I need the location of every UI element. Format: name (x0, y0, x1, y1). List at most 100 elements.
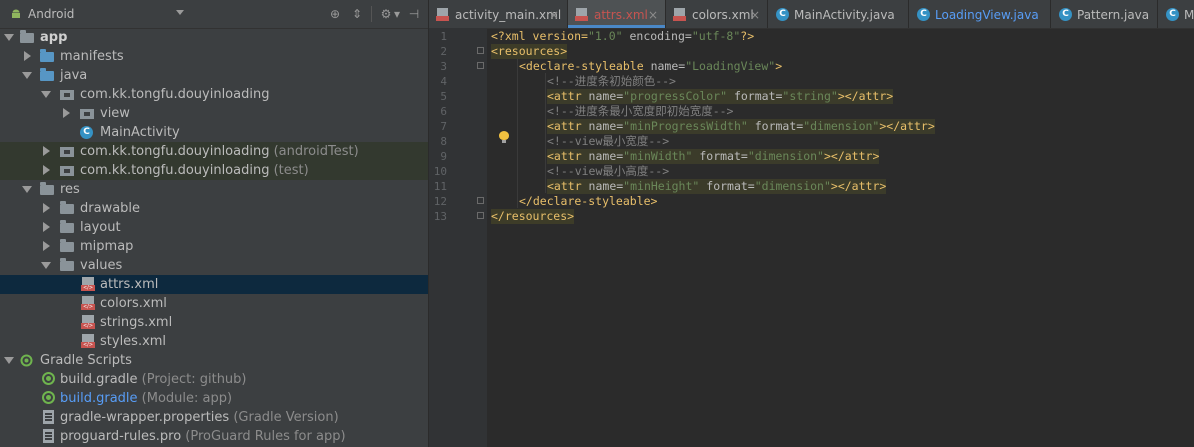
tab-loadingview-java[interactable]: C LoadingView.java (909, 0, 1051, 28)
tree-item-label: drawable (80, 201, 141, 216)
collapse-icon[interactable]: ⇕ (350, 7, 364, 21)
tree-item-package-main[interactable]: com.kk.tongfu.douyinloading (0, 85, 428, 104)
tree-item-attrs-xml[interactable]: attrs.xml (0, 275, 428, 294)
tab-activity-main-xml[interactable]: activity_main.xml × (429, 0, 568, 28)
collapse-arrow-icon[interactable] (63, 108, 70, 118)
tree-item-proguard[interactable]: proguard-rules.pro (ProGuard Rules for a… (0, 427, 428, 446)
code-line-10[interactable]: <!--view最小高度--> (547, 164, 669, 179)
tree-item-label: manifests (60, 49, 124, 64)
expand-arrow-icon[interactable] (22, 186, 32, 193)
expand-arrow-icon[interactable] (41, 91, 51, 98)
tree-item-label: values (80, 258, 123, 273)
code-line-3[interactable]: <declare-styleable name="LoadingView"> (519, 59, 782, 74)
code-line-13[interactable]: </resources> (491, 209, 575, 224)
tree-item-styles-xml[interactable]: styles.xml (0, 332, 428, 351)
code-line-11[interactable]: <attr name="minHeight" format="dimension… (547, 179, 887, 194)
package-icon (60, 147, 74, 157)
folder-blue-icon (40, 68, 54, 81)
tab-mainactivity-java[interactable]: C MainActivity.java (768, 0, 909, 28)
lightbulb-glass (499, 131, 509, 140)
tree-item-suffix: (Project: github) (141, 372, 247, 387)
collapse-arrow-icon[interactable] (24, 51, 31, 61)
chevron-down-icon[interactable] (176, 10, 184, 15)
tab-pattern-java[interactable]: C Pattern.java (1051, 0, 1158, 28)
line-number-gutter: 1 2 3 4 5 6 7 8 9 10 11 12 13 (429, 28, 487, 447)
collapse-arrow-icon[interactable] (43, 165, 50, 175)
gear-menu-chevron-icon[interactable]: ▾ (393, 7, 401, 21)
target-icon[interactable]: ⊕ (328, 7, 342, 21)
tree-item-app[interactable]: app (0, 28, 428, 47)
close-icon[interactable]: × (648, 0, 658, 28)
expand-arrow-icon[interactable] (22, 72, 32, 79)
tree-item-build-gradle-project[interactable]: build.gradle (Project: github) (0, 370, 428, 389)
collapse-arrow-icon[interactable] (43, 146, 50, 156)
name-value: "progressColor" (623, 89, 728, 103)
tree-item-label: layout (80, 220, 121, 235)
collapse-arrow-icon[interactable] (43, 222, 50, 232)
collapse-arrow-icon[interactable] (43, 241, 50, 251)
tree-item-label: mipmap (80, 239, 134, 254)
project-panel: Android ⊕ ⇕ ⚙ ▾ ⊣ app manifests java com… (0, 0, 429, 447)
declare-styleable-close: </declare-styleable> (519, 194, 658, 208)
tree-item-drawable[interactable]: drawable (0, 199, 428, 218)
gradle-scripts-icon (20, 354, 33, 367)
tree-item-manifests[interactable]: manifests (0, 47, 428, 66)
expand-arrow-icon[interactable] (4, 357, 14, 364)
format-attr: format= (747, 119, 804, 133)
format-attr: format= (727, 89, 783, 103)
tree-item-mainactivity[interactable]: C MainActivity (0, 123, 428, 142)
tree-item-gradle-wrapper[interactable]: gradle-wrapper.properties (Gradle Versio… (0, 408, 428, 427)
code-line-1[interactable]: <?xml version="1.0" encoding="utf-8"?> (491, 29, 754, 44)
tree-item-package-test[interactable]: com.kk.tongfu.douyinloading (test) (0, 161, 428, 180)
tab-attrs-xml[interactable]: attrs.xml × (568, 0, 666, 28)
tree-item-res[interactable]: res (0, 180, 428, 199)
folder-blue-icon (40, 49, 54, 62)
name-attr: name= (588, 149, 624, 163)
code-line-4[interactable]: <!--进度条初始颜色--> (547, 74, 676, 89)
fold-marker-icon[interactable] (477, 62, 484, 69)
name-value: "minProgressWidth" (623, 119, 748, 133)
fold-marker-icon[interactable] (477, 197, 484, 204)
tree-item-view[interactable]: view (0, 104, 428, 123)
name-attr: name= (588, 119, 624, 133)
tree-item-values[interactable]: values (0, 256, 428, 275)
tree-item-colors-xml[interactable]: colors.xml (0, 294, 428, 313)
code-line-8[interactable]: <!--view最小宽度--> (547, 134, 669, 149)
gradle-icon (42, 372, 55, 385)
tree-item-label: styles.xml (100, 334, 167, 349)
expand-arrow-icon[interactable] (4, 34, 14, 41)
attr-tag-open: <attr (547, 89, 589, 103)
tab-label: attrs.xml (594, 8, 648, 22)
tab-overflow-partial[interactable]: C Mai (1158, 0, 1194, 28)
attr-tag-close: ></attr> (823, 149, 880, 163)
tree-item-strings-xml[interactable]: strings.xml (0, 313, 428, 332)
close-icon[interactable]: × (750, 0, 760, 28)
code-line-7[interactable]: <attr name="minProgressWidth" format="di… (547, 119, 935, 134)
collapse-arrow-icon[interactable] (43, 203, 50, 213)
tree-item-gradle-scripts[interactable]: Gradle Scripts (0, 351, 428, 370)
tree-item-java[interactable]: java (0, 66, 428, 85)
expand-arrow-icon[interactable] (41, 262, 51, 269)
hide-icon[interactable]: ⊣ (407, 7, 421, 21)
lightbulb-icon[interactable] (499, 131, 509, 143)
code-line-6[interactable]: <!--进度条最小宽度即初始宽度--> (547, 104, 733, 119)
fold-marker-icon[interactable] (477, 47, 484, 54)
tree-item-mipmap[interactable]: mipmap (0, 237, 428, 256)
tree-item-layout[interactable]: layout (0, 218, 428, 237)
comment: <!--view最小高度--> (547, 164, 670, 178)
code-line-2[interactable]: <resources> (491, 44, 568, 59)
code-line-5[interactable]: <attr name="progressColor" format="strin… (547, 89, 894, 104)
tab-colors-xml[interactable]: colors.xml × (666, 0, 768, 28)
line-number: 9 (440, 150, 447, 163)
code-line-9[interactable]: <attr name="minWidth" format="dimension"… (547, 149, 880, 164)
tab-label: Mai (1184, 8, 1194, 22)
gear-icon[interactable]: ⚙ (379, 7, 393, 21)
code-line-12[interactable]: </declare-styleable> (519, 194, 657, 209)
close-icon[interactable]: × (549, 0, 559, 28)
tree-item-build-gradle-module[interactable]: build.gradle (Module: app) (0, 389, 428, 408)
tree-item-label: app (40, 30, 68, 45)
fold-marker-icon[interactable] (477, 212, 484, 219)
line-number: 1 (440, 30, 447, 43)
view-mode-selector[interactable]: Android (28, 7, 74, 21)
tree-item-package-androidtest[interactable]: com.kk.tongfu.douyinloading (androidTest… (0, 142, 428, 161)
